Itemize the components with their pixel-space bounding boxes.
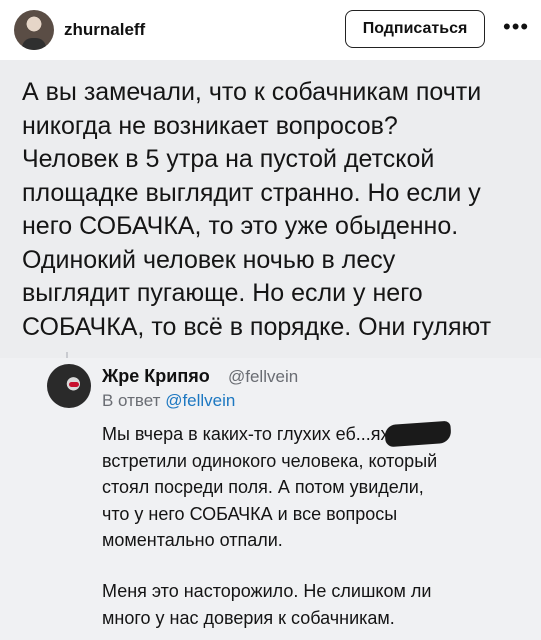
post-text: А вы замечали, что к собачникам почти ни… (22, 78, 492, 341)
reply-text-second: Меня это насторожило. Не слишком ли мног… (102, 581, 432, 628)
reply-to-line: В ответ @fellvein (102, 391, 235, 411)
subscribe-button[interactable]: Подписаться (345, 10, 485, 48)
reply-avatar (47, 364, 91, 408)
reply-text: Мы вчера в каких-то глухих еб...ях встре… (102, 424, 438, 550)
post-header: zhurnaleff Подписаться ••• (0, 0, 541, 60)
reply-to-prefix: В ответ (102, 391, 161, 410)
more-options-icon[interactable]: ••• (503, 16, 529, 42)
username[interactable]: zhurnaleff (64, 20, 145, 40)
reply-to-handle: @fellvein (165, 391, 236, 410)
reply-handle: @fellvein (228, 367, 299, 386)
reply-author: Жре Крипяо (102, 366, 210, 386)
avatar[interactable] (14, 10, 54, 50)
